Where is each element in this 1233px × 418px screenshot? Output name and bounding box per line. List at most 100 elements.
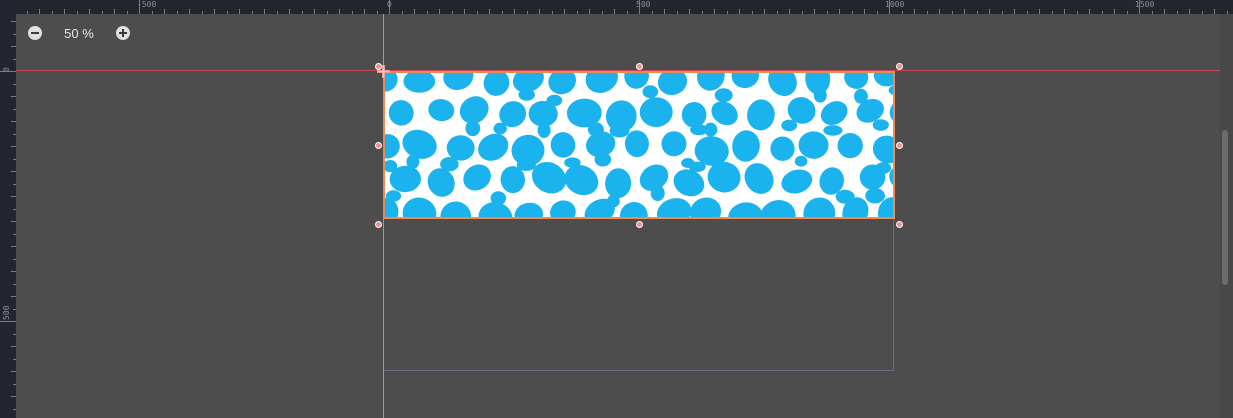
water-texture — [385, 73, 893, 217]
ruler-tick — [13, 159, 16, 160]
ruler-tick — [664, 9, 665, 14]
ruler-tick — [13, 284, 16, 285]
ruler-tick — [1027, 11, 1028, 14]
ruler-tick — [13, 259, 16, 260]
resize-handle-bottom-left[interactable] — [375, 221, 382, 228]
water-cell — [650, 185, 665, 201]
water-cell — [642, 85, 659, 99]
ruler-tick — [727, 11, 728, 14]
water-cell — [609, 124, 630, 138]
ruler-tick — [1164, 9, 1165, 14]
ruler-tick — [977, 11, 978, 14]
ruler-tick — [1052, 11, 1053, 14]
ruler-tick — [11, 296, 16, 297]
ruler-tick — [114, 9, 115, 14]
ruler-tick — [11, 96, 16, 97]
ruler-tick — [102, 11, 103, 14]
ruler-tick — [202, 11, 203, 14]
minus-circle-icon[interactable] — [28, 26, 42, 40]
ruler-tick — [189, 9, 190, 14]
ruler-tick — [13, 334, 16, 335]
ruler-tick — [927, 11, 928, 14]
water-cell — [704, 122, 718, 137]
ruler-major-tick — [0, 321, 16, 322]
ruler-tick — [13, 184, 16, 185]
ruler-tick — [627, 11, 628, 14]
zoom-level-label[interactable]: 50 % — [42, 26, 116, 41]
ruler-tick — [27, 11, 28, 14]
ruler-major-tick — [889, 0, 890, 14]
resize-handle-right[interactable] — [896, 142, 903, 149]
ruler-tick — [802, 11, 803, 14]
ruler-tick — [1152, 11, 1153, 14]
resize-handle-left[interactable] — [375, 142, 382, 149]
resize-handle-bottom-right[interactable] — [896, 221, 903, 228]
water-cell — [639, 97, 673, 128]
water-cell — [518, 88, 535, 101]
ruler-major-tick — [1139, 0, 1140, 14]
ruler-tick — [52, 11, 53, 14]
water-cell — [537, 122, 551, 138]
vertical-scrollbar-thumb[interactable] — [1222, 130, 1228, 285]
ruler-tick — [11, 21, 16, 22]
ruler-tick — [77, 11, 78, 14]
water-cell — [865, 188, 885, 204]
ruler-tick — [539, 9, 540, 14]
ruler-tick — [252, 11, 253, 14]
ruler-tick — [13, 384, 16, 385]
ruler-tick — [1114, 9, 1115, 14]
ruler-tick — [277, 11, 278, 14]
ruler-tick — [602, 11, 603, 14]
ruler-tick — [1077, 11, 1078, 14]
ruler-tick — [714, 9, 715, 14]
ruler-tick — [89, 9, 90, 14]
zoom-controls: 50 % — [28, 24, 130, 42]
ruler-tick — [752, 11, 753, 14]
ruler-tick — [902, 11, 903, 14]
ruler-label: 1000 — [885, 0, 905, 9]
ruler-tick — [552, 11, 553, 14]
ruler-tick — [11, 246, 16, 247]
ruler-label: 1500 — [1135, 0, 1155, 9]
resize-handle-top[interactable] — [636, 63, 643, 70]
ruler-tick — [677, 11, 678, 14]
ruler-tick — [702, 11, 703, 14]
ruler-tick — [589, 9, 590, 14]
ruler-tick — [439, 9, 440, 14]
horizontal-ruler[interactable]: -500 0 500 1000 1500 — [0, 0, 1233, 14]
ruler-tick — [864, 9, 865, 14]
canvas-viewport[interactable] — [0, 0, 1233, 418]
ruler-tick — [689, 9, 690, 14]
resize-handle-top-right[interactable] — [896, 63, 903, 70]
ruler-major-tick — [389, 0, 390, 14]
texture-rect-node[interactable] — [383, 71, 895, 219]
ruler-tick — [1127, 11, 1128, 14]
ruler-tick — [314, 9, 315, 14]
ruler-tick — [13, 309, 16, 310]
vertical-ruler[interactable]: 0 500 — [0, 0, 16, 418]
ruler-tick — [1177, 11, 1178, 14]
water-cell — [794, 155, 808, 167]
ruler-tick — [877, 11, 878, 14]
ruler-tick — [127, 11, 128, 14]
ruler-tick — [527, 11, 528, 14]
ruler-tick — [327, 11, 328, 14]
ruler-tick — [302, 11, 303, 14]
ruler-tick — [564, 9, 565, 14]
water-cell — [714, 88, 733, 103]
water-cell — [872, 119, 889, 131]
ruler-tick — [414, 9, 415, 14]
ruler-tick — [339, 9, 340, 14]
ruler-tick — [852, 11, 853, 14]
ruler-tick — [1202, 11, 1203, 14]
resize-handle-top-left[interactable] — [375, 63, 382, 70]
ruler-tick — [1089, 9, 1090, 14]
ruler-tick — [452, 11, 453, 14]
ruler-tick — [464, 9, 465, 14]
ruler-tick — [239, 9, 240, 14]
resize-handle-bottom[interactable] — [636, 221, 643, 228]
ruler-tick — [427, 11, 428, 14]
ruler-tick — [164, 9, 165, 14]
ruler-tick — [289, 9, 290, 14]
plus-circle-icon[interactable] — [116, 26, 130, 40]
